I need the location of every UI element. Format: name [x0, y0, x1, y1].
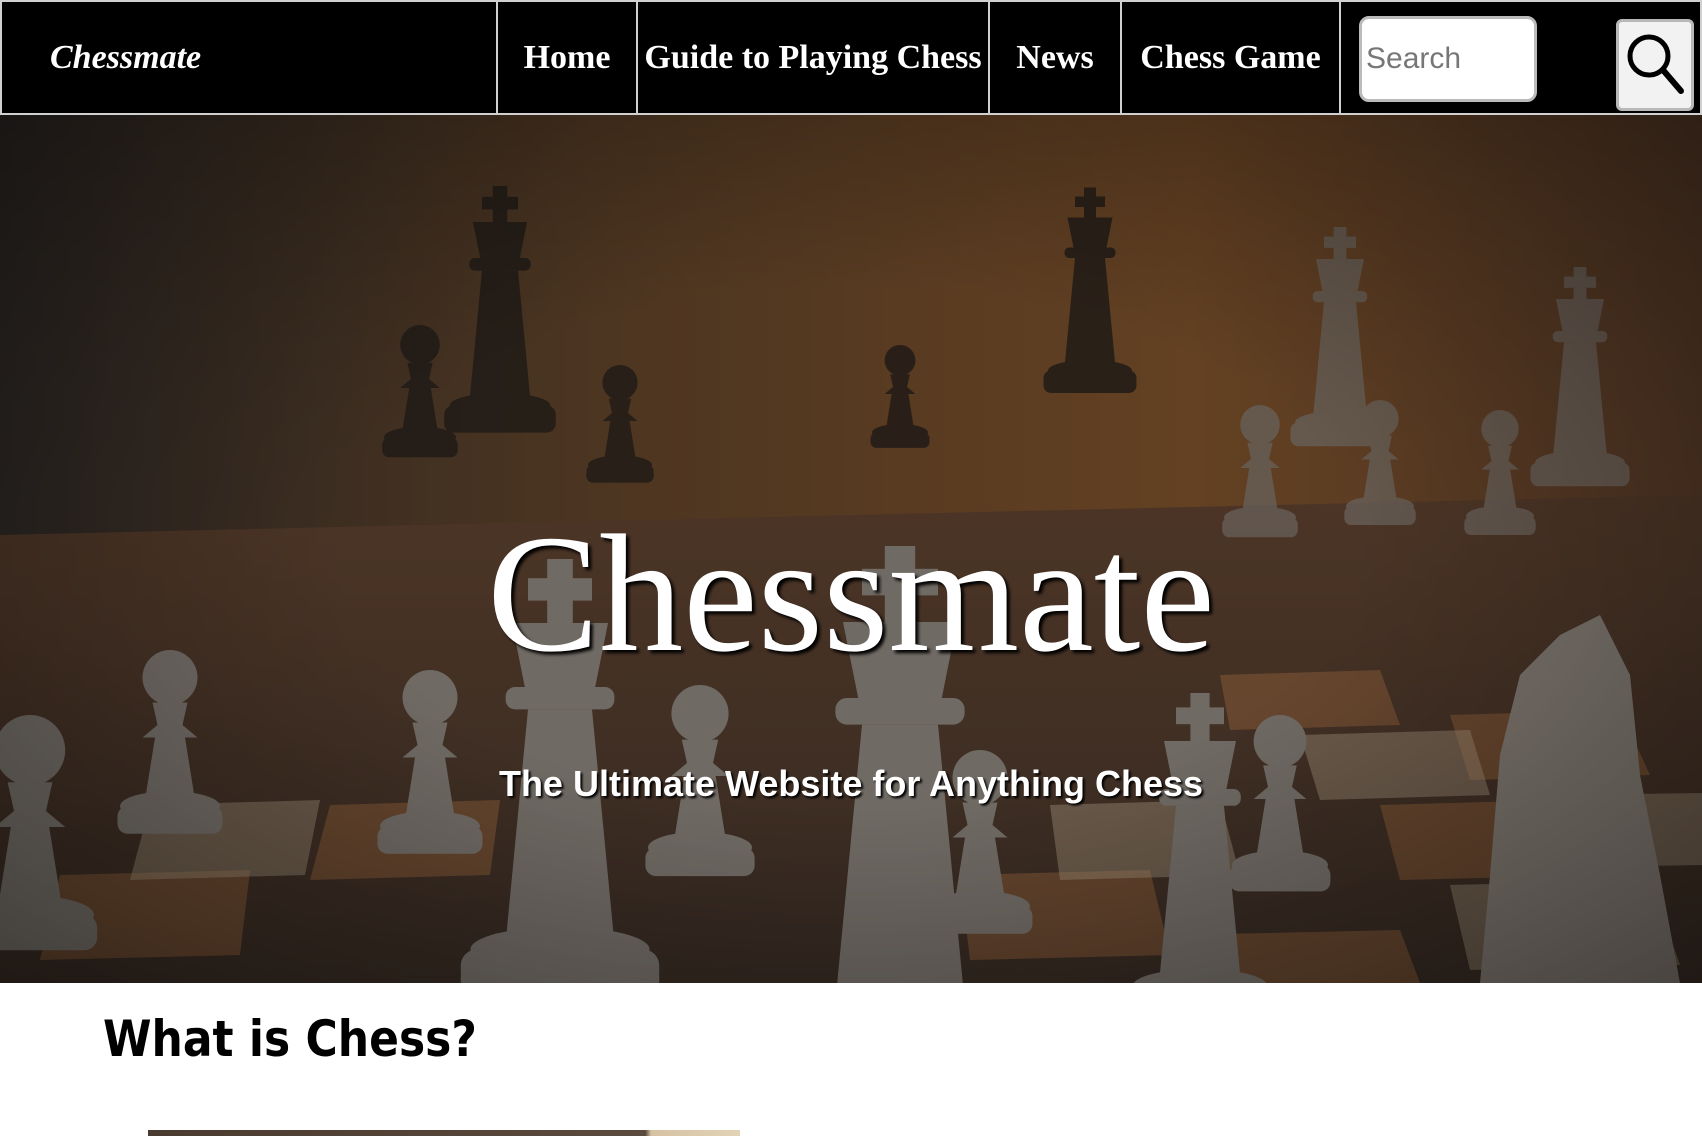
hero-banner: Chessmate The Ultimate Website for Anyth…	[0, 115, 1702, 983]
hero-title: Chessmate	[487, 501, 1215, 687]
brand-link[interactable]: Chessmate	[2, 2, 496, 113]
nav-item-news[interactable]: News	[988, 2, 1120, 113]
page: Chessmate Home Guide to Playing Chess Ne…	[0, 0, 1702, 1136]
nav-item-chess-game[interactable]: Chess Game	[1120, 2, 1339, 113]
nav-item-home[interactable]: Home	[496, 2, 636, 113]
hero-subtitle: The Ultimate Website for Anything Chess	[498, 763, 1204, 804]
search-icon	[1624, 29, 1686, 102]
nav-item-guide[interactable]: Guide to Playing Chess	[636, 2, 988, 113]
chess-article-image	[148, 1130, 740, 1136]
search-input[interactable]	[1359, 16, 1537, 102]
section-heading-what-is-chess: What is Chess?	[103, 1010, 477, 1068]
top-navbar: Chessmate Home Guide to Playing Chess Ne…	[0, 0, 1702, 115]
search-area	[1339, 2, 1700, 113]
search-button[interactable]	[1616, 19, 1694, 111]
